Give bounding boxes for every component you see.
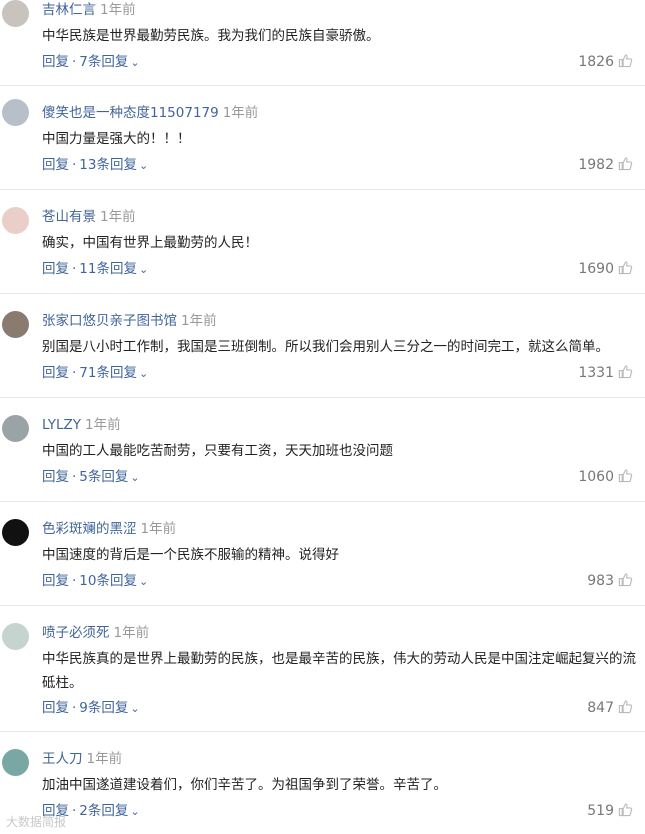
comment-item: 王人刀 1年前 加油中国遂道建设着们，你们辛苦了。为祖国争到了荣誉。辛苦了。 回复… — [0, 732, 645, 834]
avatar[interactable] — [2, 623, 29, 650]
comment-text: 加油中国遂道建设着们，你们辛苦了。为祖国争到了荣誉。辛苦了。 — [42, 777, 447, 793]
comment-text: 中华民族是世界最勤劳民族。我为我们的民族自豪骄傲。 — [42, 28, 380, 44]
avatar[interactable] — [2, 207, 29, 234]
username[interactable]: 傻笑也是一种态度11507179 — [42, 105, 219, 121]
avatar[interactable] — [2, 99, 29, 126]
reply-button[interactable]: 回复 — [42, 54, 69, 70]
view-replies-button[interactable]: 11条回复 ⌄ — [79, 261, 148, 277]
username[interactable]: 吉林仁言 — [42, 2, 96, 18]
comment-text: 中华民族真的是世界上最勤劳的民族，也是最辛苦的民族，伟大的劳动人民是中国注定崛起… — [42, 651, 636, 691]
username[interactable]: LYLZY — [42, 417, 81, 433]
watermark: 大数据简报 — [6, 815, 67, 829]
view-replies-button[interactable]: 71条回复 ⌄ — [79, 365, 148, 381]
thumbs-up-icon — [618, 700, 633, 714]
like-button[interactable]: 1982 — [578, 156, 633, 174]
like-button[interactable]: 1060 — [578, 468, 633, 486]
comment-text: 中国力量是强大的！！！ — [42, 131, 191, 147]
timestamp: 1年前 — [113, 625, 150, 641]
chevron-down-icon: ⌄ — [130, 471, 140, 484]
comment-item: 苍山有景 1年前 确实，中国有世界上最勤劳的人民！ 回复 · 11条回复 ⌄ 1690 — [0, 190, 645, 294]
comment-item: 张家口悠贝亲子图书馆 1年前 别国是八小时工作制，我国是三班倒制。所以我们会用别人… — [0, 294, 645, 398]
like-count: 847 — [587, 700, 614, 716]
thumbs-up-icon — [618, 261, 633, 275]
comment-item: LYLZY 1年前 中国的工人最能吃苦耐劳，只要有工资，天天加班也没问题 回复 · 5… — [0, 398, 645, 502]
like-count: 1690 — [578, 261, 614, 277]
avatar[interactable] — [2, 519, 29, 546]
reply-button[interactable]: 回复 — [42, 700, 69, 716]
reply-button[interactable]: 回复 — [42, 469, 69, 485]
username[interactable]: 色彩斑斓的黑涩 — [42, 521, 137, 537]
thumbs-up-icon — [618, 365, 633, 379]
comment-text: 中国的工人最能吃苦耐劳，只要有工资，天天加班也没问题 — [42, 443, 393, 459]
like-count: 983 — [587, 573, 614, 589]
chevron-down-icon: ⌄ — [138, 159, 149, 172]
like-count: 519 — [587, 803, 614, 819]
like-button[interactable]: 983 — [587, 572, 633, 590]
avatar[interactable] — [2, 311, 29, 338]
chevron-down-icon: ⌄ — [130, 56, 140, 69]
view-replies-button[interactable]: 5条回复 ⌄ — [79, 469, 139, 485]
timestamp: 1年前 — [181, 313, 217, 329]
comment-item: 色彩斑斓的黑涩 1年前 中国速度的背后是一个民族不服输的精神。说得好 回复 · 10条… — [0, 502, 645, 606]
reply-button[interactable]: 回复 — [42, 365, 69, 381]
chevron-down-icon: ⌄ — [138, 575, 149, 588]
comment-item: 吉林仁言 1年前 中华民族是世界最勤劳民族。我为我们的民族自豪骄傲。 回复 · 7条回… — [0, 0, 645, 86]
like-button[interactable]: 847 — [587, 699, 633, 717]
username[interactable]: 苍山有景 — [42, 209, 96, 225]
view-replies-button[interactable]: 7条回复 ⌄ — [79, 54, 139, 70]
like-button[interactable]: 1826 — [578, 53, 633, 71]
view-replies-button[interactable]: 10条回复 ⌄ — [79, 573, 148, 589]
view-replies-button[interactable]: 9条回复 ⌄ — [79, 700, 139, 716]
thumbs-up-icon — [618, 803, 633, 817]
reply-button[interactable]: 回复 — [42, 157, 69, 173]
avatar[interactable] — [2, 0, 29, 27]
reply-button[interactable]: 回复 — [42, 261, 69, 277]
like-button[interactable]: 519 — [587, 802, 633, 820]
timestamp: 1年前 — [100, 209, 136, 225]
comment-list: 吉林仁言 1年前 中华民族是世界最勤劳民族。我为我们的民族自豪骄傲。 回复 · 7条回… — [0, 0, 645, 834]
reply-button[interactable]: 回复 — [42, 573, 69, 589]
avatar[interactable] — [2, 415, 29, 442]
thumbs-up-icon — [618, 157, 633, 171]
username[interactable]: 王人刀 — [42, 751, 83, 767]
chevron-down-icon: ⌄ — [138, 367, 149, 380]
like-count: 1060 — [578, 469, 614, 485]
like-count: 1826 — [578, 54, 614, 70]
timestamp: 1年前 — [222, 105, 259, 121]
comment-text: 确实，中国有世界上最勤劳的人民！ — [42, 235, 258, 251]
like-count: 1331 — [578, 365, 614, 381]
username[interactable]: 喷子必须死 — [42, 625, 110, 641]
timestamp: 1年前 — [100, 2, 136, 18]
view-replies-button[interactable]: 2条回复 ⌄ — [79, 803, 139, 819]
comment-text: 中国速度的背后是一个民族不服输的精神。说得好 — [42, 547, 339, 563]
timestamp: 1年前 — [85, 417, 121, 433]
thumbs-up-icon — [618, 573, 633, 587]
comment-item: 傻笑也是一种态度11507179 1年前 中国力量是强大的！！！ 回复 · 13条回复… — [0, 86, 645, 190]
comment-item: 喷子必须死 1年前 中华民族真的是世界上最勤劳的民族，也是最辛苦的民族，伟大的劳动… — [0, 606, 645, 732]
timestamp: 1年前 — [140, 521, 177, 537]
comment-text: 别国是八小时工作制，我国是三班倒制。所以我们会用别人三分之一的时间完工，就这么简… — [42, 339, 609, 355]
chevron-down-icon: ⌄ — [130, 702, 140, 715]
like-count: 1982 — [578, 157, 614, 173]
username[interactable]: 张家口悠贝亲子图书馆 — [42, 313, 177, 329]
view-replies-button[interactable]: 13条回复 ⌄ — [79, 157, 148, 173]
chevron-down-icon: ⌄ — [138, 263, 149, 276]
thumbs-up-icon — [618, 469, 633, 483]
thumbs-up-icon — [618, 54, 633, 68]
chevron-down-icon: ⌄ — [130, 805, 140, 818]
like-button[interactable]: 1690 — [578, 260, 633, 278]
timestamp: 1年前 — [86, 751, 123, 767]
avatar[interactable] — [2, 749, 29, 776]
like-button[interactable]: 1331 — [578, 364, 633, 382]
